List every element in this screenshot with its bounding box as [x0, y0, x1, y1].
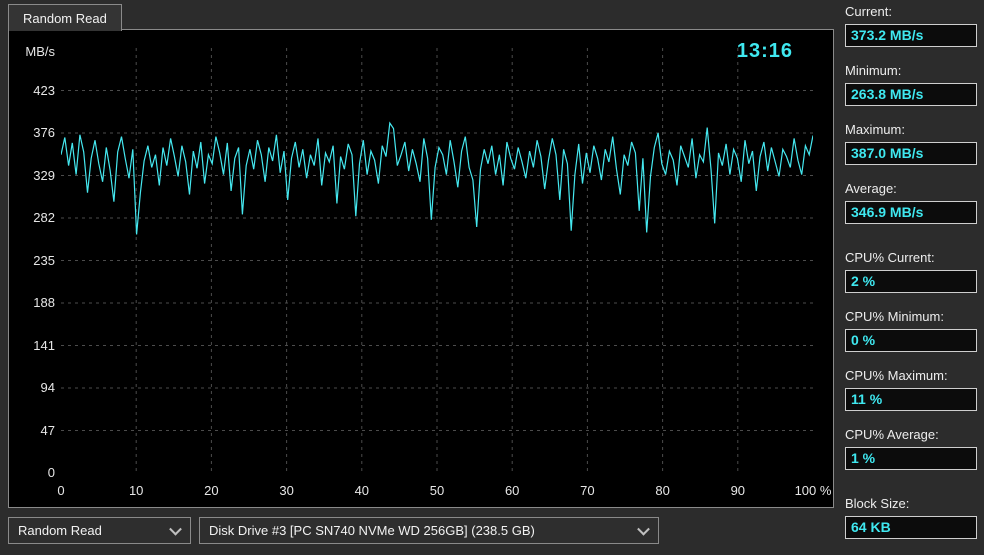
chart-svg: [61, 48, 813, 473]
stat-value: 0 %: [845, 329, 977, 352]
chevron-down-icon: [169, 522, 182, 535]
stat-value: 263.8 MB/s: [845, 83, 977, 106]
stat-maximum: Maximum: 387.0 MB/s: [845, 122, 977, 165]
y-tick-label: 94: [41, 381, 55, 395]
y-tick-label: 188: [33, 296, 55, 310]
stat-value: 387.0 MB/s: [845, 142, 977, 165]
x-tick-label: 50: [430, 483, 444, 498]
stat-cpu-current: CPU% Current: 2 %: [845, 250, 977, 293]
tab-label: Random Read: [23, 11, 107, 26]
x-tick-label: 90: [731, 483, 745, 498]
x-tick-label: 60: [505, 483, 519, 498]
stat-label: Current:: [845, 4, 977, 19]
stat-label: Average:: [845, 181, 977, 196]
test-type-dropdown[interactable]: Random Read: [8, 517, 191, 544]
stat-value: 1 %: [845, 447, 977, 470]
y-tick-label: 235: [33, 254, 55, 268]
y-axis-unit-label: MB/s: [25, 44, 55, 59]
y-axis: MB/s 42337632928223518814194470: [13, 48, 57, 473]
elapsed-time-label: 13:16: [737, 40, 793, 63]
y-tick-label: 282: [33, 211, 55, 225]
disk-drive-value: Disk Drive #3 [PC SN740 NVMe WD 256GB] (…: [209, 523, 535, 538]
x-tick-label: 10: [129, 483, 143, 498]
stat-cpu-average: CPU% Average: 1 %: [845, 427, 977, 470]
stat-value: 64 KB: [845, 516, 977, 539]
stat-label: CPU% Maximum:: [845, 368, 977, 383]
stat-value: 373.2 MB/s: [845, 24, 977, 47]
stat-value: 346.9 MB/s: [845, 201, 977, 224]
stat-minimum: Minimum: 263.8 MB/s: [845, 63, 977, 106]
y-tick-label: 141: [33, 339, 55, 353]
x-tick-label: 0: [57, 483, 64, 498]
stat-cpu-maximum: CPU% Maximum: 11 %: [845, 368, 977, 411]
y-tick-label: 0: [48, 466, 55, 480]
stat-block-size: Block Size: 64 KB: [845, 496, 977, 539]
test-type-value: Random Read: [18, 523, 102, 538]
stat-current: Current: 373.2 MB/s: [845, 4, 977, 47]
stat-label: CPU% Minimum:: [845, 309, 977, 324]
x-tick-label: 20: [204, 483, 218, 498]
stat-cpu-minimum: CPU% Minimum: 0 %: [845, 309, 977, 352]
benchmark-chart-panel: MB/s 423 376 329 282 235 188 141 94 47 0 0 10 20 30 4…: [8, 29, 834, 508]
y-tick-label: 329: [33, 169, 55, 183]
disk-drive-dropdown[interactable]: Disk Drive #3 [PC SN740 NVMe WD 256GB] (…: [199, 517, 659, 544]
y-tick-label: 47: [41, 424, 55, 438]
x-axis: 0102030405060708090100 %: [61, 483, 813, 500]
x-tick-label: 40: [355, 483, 369, 498]
plot-area: [61, 48, 813, 473]
chevron-down-icon: [637, 522, 650, 535]
stat-value: 11 %: [845, 388, 977, 411]
stat-value: 2 %: [845, 270, 977, 293]
stat-label: CPU% Average:: [845, 427, 977, 442]
stat-label: CPU% Current:: [845, 250, 977, 265]
x-tick-label: 80: [655, 483, 669, 498]
stat-label: Maximum:: [845, 122, 977, 137]
x-tick-label: 100 %: [795, 483, 832, 498]
tab-random-read[interactable]: Random Read: [8, 4, 122, 31]
stat-label: Minimum:: [845, 63, 977, 78]
stat-label: Block Size:: [845, 496, 977, 511]
y-tick-label: 376: [33, 126, 55, 140]
stats-sidebar: Current: 373.2 MB/s Minimum: 263.8 MB/s …: [845, 4, 977, 555]
x-tick-label: 30: [279, 483, 293, 498]
y-tick-label: 423: [33, 84, 55, 98]
x-tick-label: 70: [580, 483, 594, 498]
stat-average: Average: 346.9 MB/s: [845, 181, 977, 224]
